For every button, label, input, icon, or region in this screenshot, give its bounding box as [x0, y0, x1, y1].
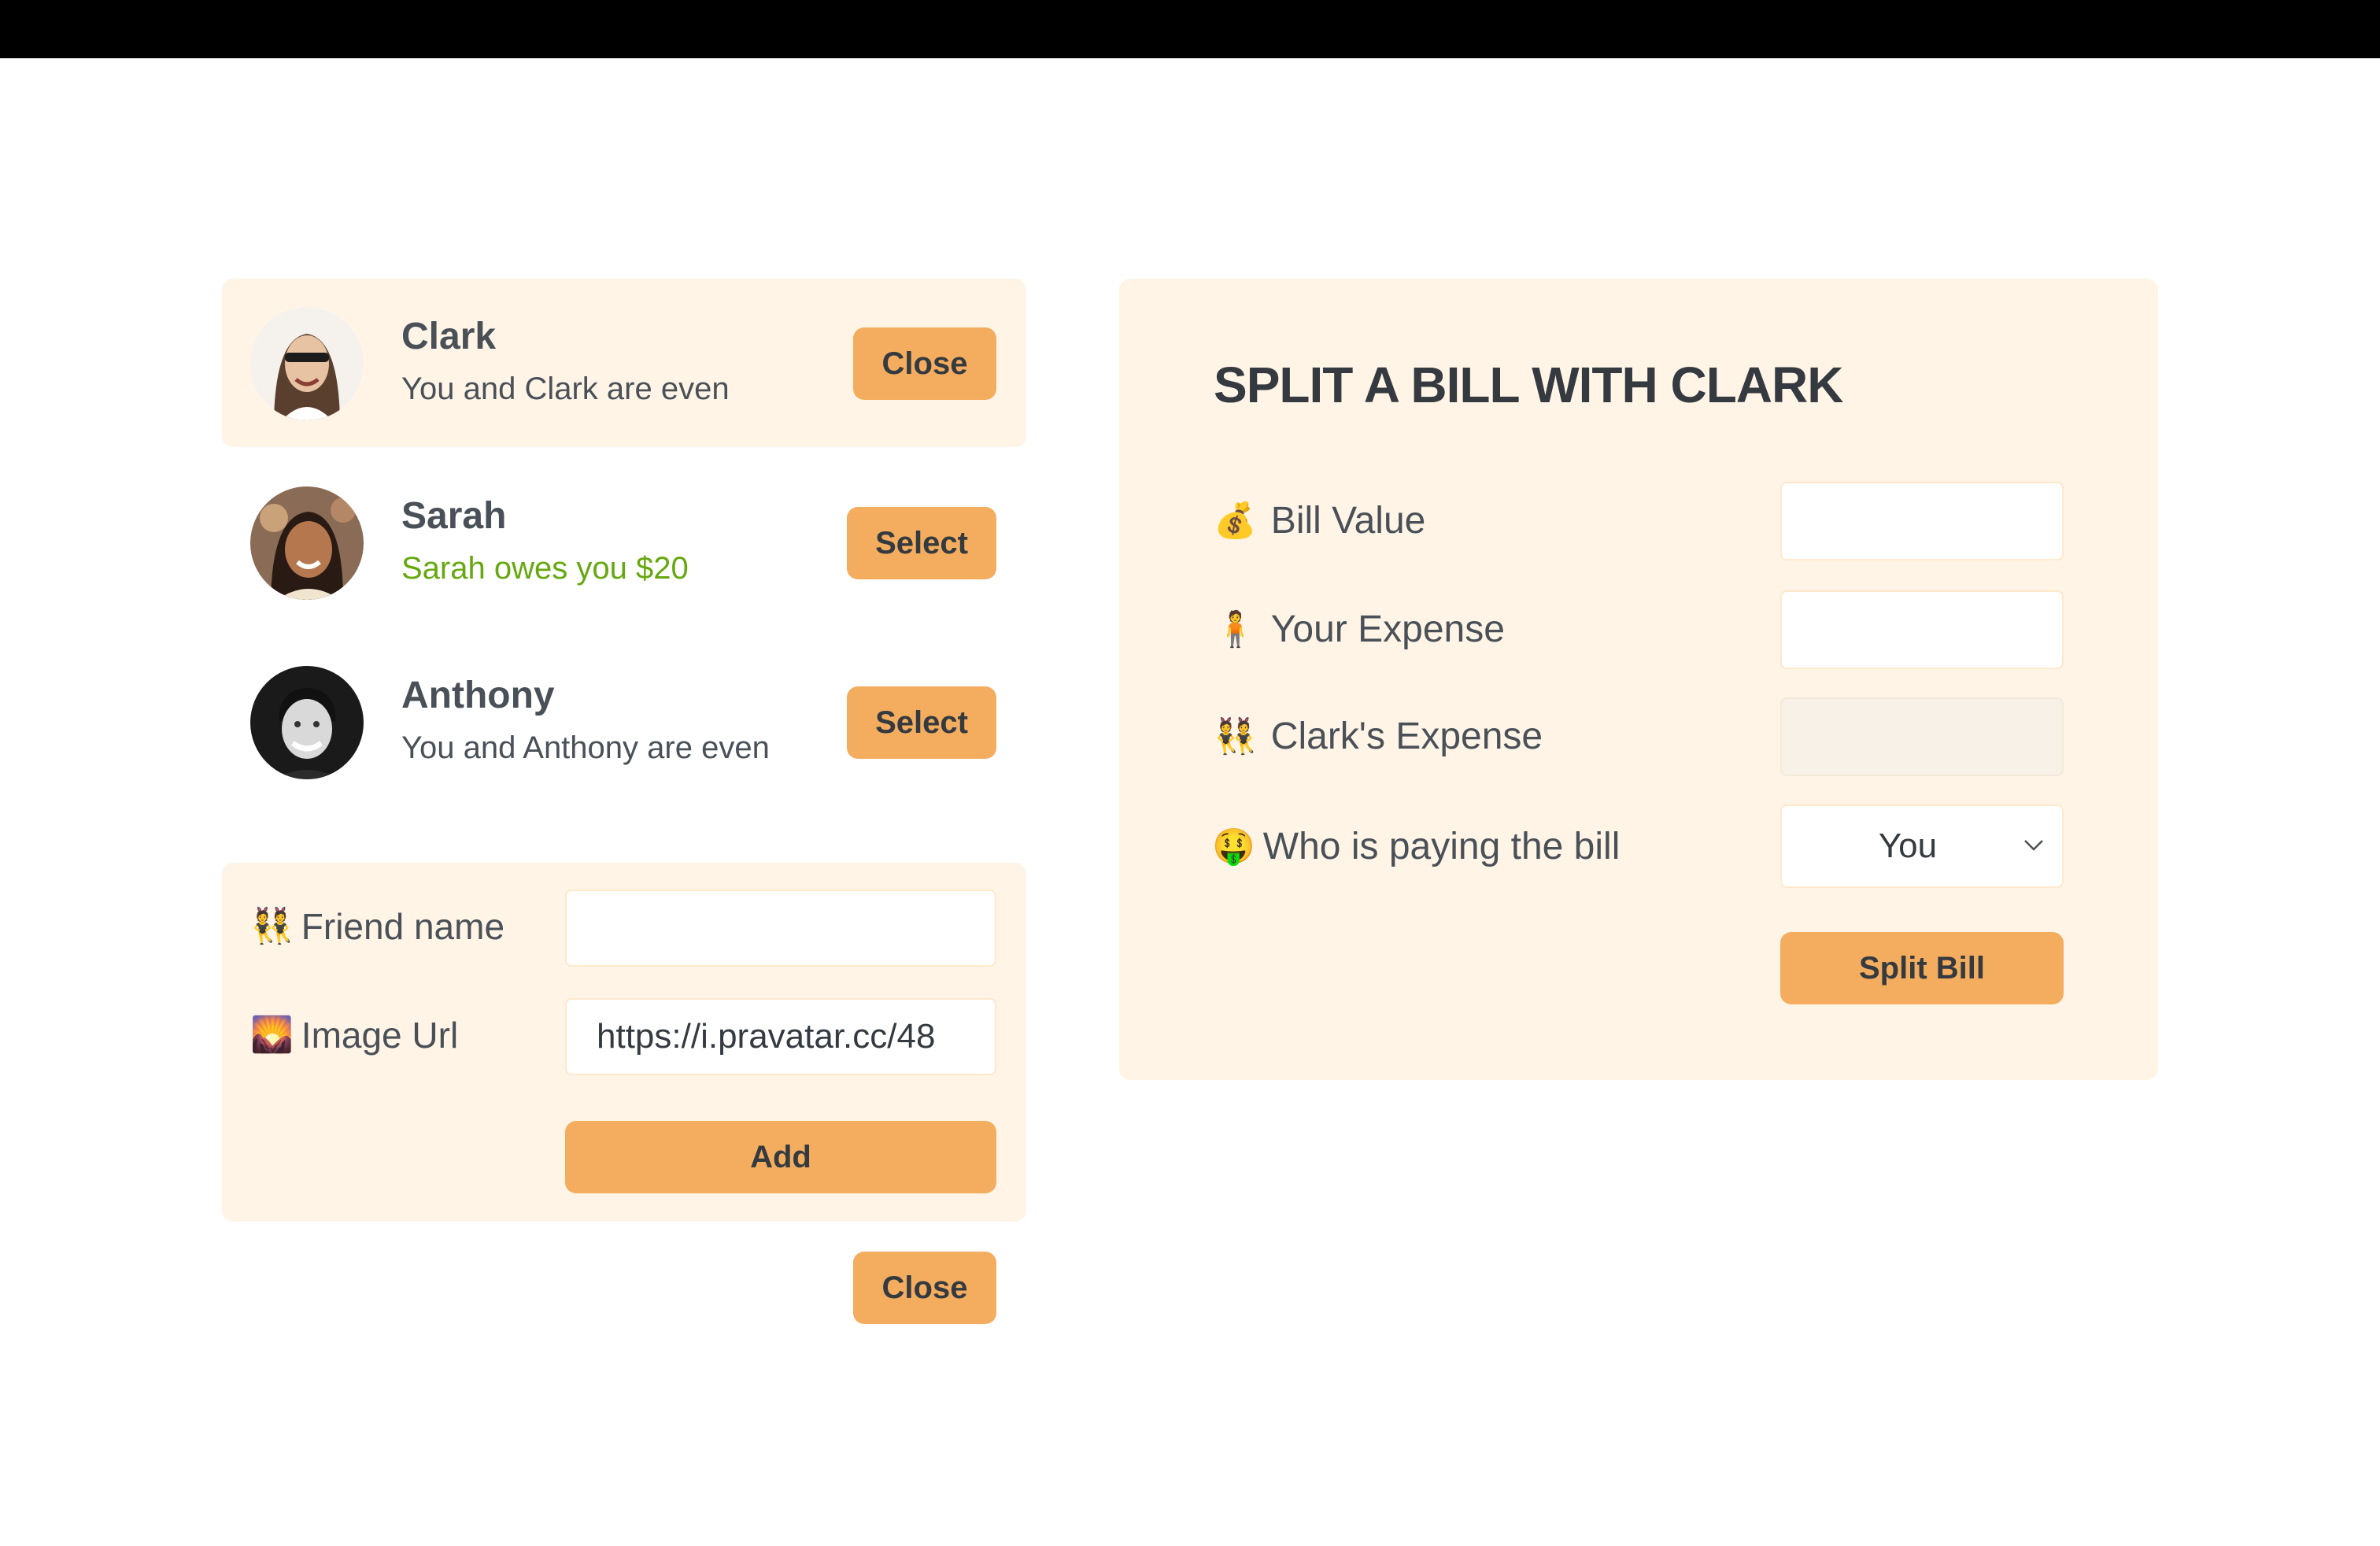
friend-expense-label-text: Clark's Expense — [1270, 716, 1543, 757]
friend-name-label-text: Friend name — [301, 906, 505, 947]
your-expense-label: 🧍 Your Expense — [1214, 608, 1505, 651]
friend-item-sarah: Sarah Sarah owes you $20 Select — [222, 458, 1026, 627]
your-expense-input[interactable] — [1780, 590, 2064, 669]
browser-top-bar — [0, 0, 2380, 58]
payer-select-value: You — [1878, 827, 1938, 865]
friend-name-input[interactable] — [565, 890, 996, 967]
add-friend-form: 👯 Friend name 🌄 Image Url Add — [222, 863, 1026, 1222]
bill-value-input[interactable] — [1780, 482, 2064, 560]
your-expense-label-text: Your Expense — [1270, 608, 1505, 650]
friend-name: Anthony — [401, 675, 555, 716]
image-url-label: 🌄 Image Url — [250, 1014, 458, 1056]
avatar-sarah — [250, 486, 364, 600]
friend-expense-input — [1780, 697, 2064, 776]
sidebar: Clark You and Clark are even Close Sarah… — [222, 279, 1026, 1324]
bill-value-label: 💰 Bill Value — [1214, 499, 1425, 542]
image-url-input[interactable] — [565, 998, 996, 1075]
chevron-down-icon — [2024, 840, 2043, 851]
payer-label: 🤑 Who is paying the bill — [1212, 825, 1620, 868]
picture-icon: 🌄 — [250, 1015, 294, 1054]
select-friend-button[interactable]: Select — [847, 507, 996, 579]
friend-status: You and Clark are even — [401, 372, 730, 406]
image-url-label-text: Image Url — [301, 1015, 459, 1056]
friend-name: Sarah — [401, 495, 507, 537]
friend-status: Sarah owes you $20 — [401, 551, 689, 586]
close-friend-button[interactable]: Close — [853, 327, 996, 400]
bill-value-label-text: Bill Value — [1270, 500, 1426, 542]
payer-label-text: Who is paying the bill — [1262, 826, 1621, 867]
split-bill-button[interactable]: Split Bill — [1780, 932, 2064, 1004]
money-mouth-face-icon: 🤑 — [1212, 827, 1255, 866]
avatar-anthony — [250, 666, 364, 779]
friend-item-clark: Clark You and Clark are even Close — [222, 279, 1026, 447]
friend-status: You and Anthony are even — [401, 730, 770, 765]
split-title: SPLIT A BILL WITH CLARK — [1214, 357, 1843, 413]
person-standing-icon: 🧍 — [1214, 609, 1257, 649]
select-friend-button[interactable]: Select — [847, 686, 996, 759]
dancers-icon: 👯 — [1214, 716, 1257, 756]
payer-select[interactable]: You — [1780, 804, 2064, 888]
friend-item-anthony: Anthony You and Anthony are even Select — [222, 638, 1026, 806]
friend-list: Clark You and Clark are even Close Sarah… — [222, 279, 1026, 806]
add-friend-button[interactable]: Add — [565, 1121, 996, 1193]
friend-name: Clark — [401, 316, 497, 357]
friend-name-label: 👯 Friend name — [250, 905, 504, 948]
dancers-icon: 👯 — [250, 907, 294, 945]
close-form-button[interactable]: Close — [853, 1252, 996, 1324]
money-bag-icon: 💰 — [1214, 501, 1257, 540]
split-bill-form: SPLIT A BILL WITH CLARK 💰 Bill Value 🧍 Y… — [1119, 279, 2158, 1080]
avatar-clark — [250, 307, 364, 420]
friend-expense-label: 👯 Clark's Expense — [1214, 715, 1543, 758]
